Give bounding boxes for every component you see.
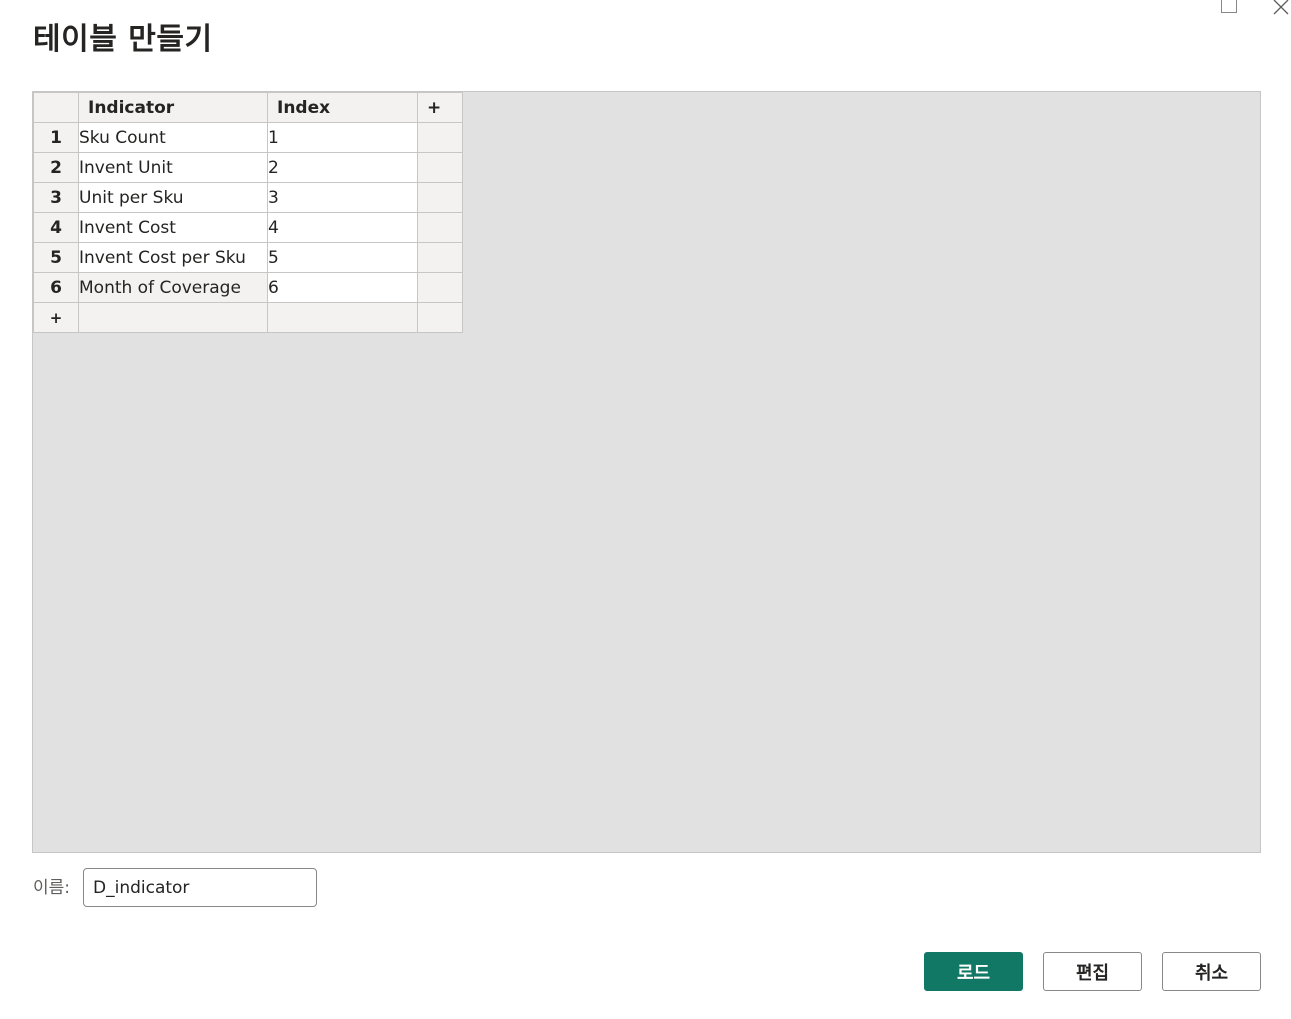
cell-indicator[interactable]: Month of Coverage bbox=[78, 272, 268, 303]
table-row: 5 Invent Cost per Sku 5 bbox=[33, 242, 463, 273]
name-label: 이름: bbox=[33, 878, 71, 898]
column-header-index[interactable]: Index bbox=[267, 92, 418, 123]
corner-cell[interactable] bbox=[33, 92, 79, 123]
maximize-button[interactable] bbox=[1218, 0, 1242, 18]
empty-cell bbox=[417, 122, 463, 153]
row-number[interactable]: 3 bbox=[33, 182, 79, 213]
row-number[interactable]: 5 bbox=[33, 242, 79, 273]
dialog-title: 테이블 만들기 bbox=[33, 22, 213, 57]
close-button[interactable] bbox=[1270, 0, 1291, 18]
empty-cell bbox=[417, 272, 463, 303]
new-row-cell[interactable] bbox=[267, 302, 418, 333]
empty-cell bbox=[417, 182, 463, 213]
cancel-button[interactable]: 취소 bbox=[1162, 952, 1261, 991]
cell-indicator[interactable]: Invent Cost bbox=[78, 212, 268, 243]
create-table-dialog: 테이블 만들기 Indicator Index + 1 Sku Count 1 … bbox=[0, 0, 1291, 1019]
column-header-indicator[interactable]: Indicator bbox=[78, 92, 268, 123]
table-row: 3 Unit per Sku 3 bbox=[33, 182, 463, 213]
maximize-icon bbox=[1221, 0, 1237, 13]
load-button[interactable]: 로드 bbox=[924, 952, 1023, 991]
row-number[interactable]: 2 bbox=[33, 152, 79, 183]
cell-index[interactable]: 2 bbox=[267, 152, 418, 183]
cell-index[interactable]: 4 bbox=[267, 212, 418, 243]
row-number[interactable]: 1 bbox=[33, 122, 79, 153]
table-name-input[interactable] bbox=[83, 868, 317, 907]
row-number[interactable]: 6 bbox=[33, 272, 79, 303]
cell-index[interactable]: 6 bbox=[267, 272, 418, 303]
cell-indicator[interactable]: Invent Cost per Sku bbox=[78, 242, 268, 273]
empty-cell bbox=[417, 302, 463, 333]
new-row: + bbox=[33, 302, 463, 333]
table-row: 4 Invent Cost 4 bbox=[33, 212, 463, 243]
close-icon bbox=[1273, 0, 1289, 15]
data-grid: Indicator Index + 1 Sku Count 1 2 Invent… bbox=[33, 92, 463, 333]
empty-cell bbox=[417, 242, 463, 273]
new-row-cell[interactable] bbox=[78, 302, 268, 333]
cell-index[interactable]: 1 bbox=[267, 122, 418, 153]
add-row-button[interactable]: + bbox=[33, 302, 79, 333]
cell-indicator[interactable]: Invent Unit bbox=[78, 152, 268, 183]
table-row: 2 Invent Unit 2 bbox=[33, 152, 463, 183]
table-row: 6 Month of Coverage 6 bbox=[33, 272, 463, 303]
add-column-button[interactable]: + bbox=[417, 92, 463, 123]
empty-cell bbox=[417, 152, 463, 183]
table-editor-area[interactable]: Indicator Index + 1 Sku Count 1 2 Invent… bbox=[32, 91, 1261, 853]
cell-indicator[interactable]: Unit per Sku bbox=[78, 182, 268, 213]
edit-button[interactable]: 편집 bbox=[1043, 952, 1142, 991]
table-row: 1 Sku Count 1 bbox=[33, 122, 463, 153]
cell-index[interactable]: 5 bbox=[267, 242, 418, 273]
cell-indicator[interactable]: Sku Count bbox=[78, 122, 268, 153]
row-number[interactable]: 4 bbox=[33, 212, 79, 243]
cell-index[interactable]: 3 bbox=[267, 182, 418, 213]
empty-cell bbox=[417, 212, 463, 243]
header-row: Indicator Index + bbox=[33, 92, 463, 123]
